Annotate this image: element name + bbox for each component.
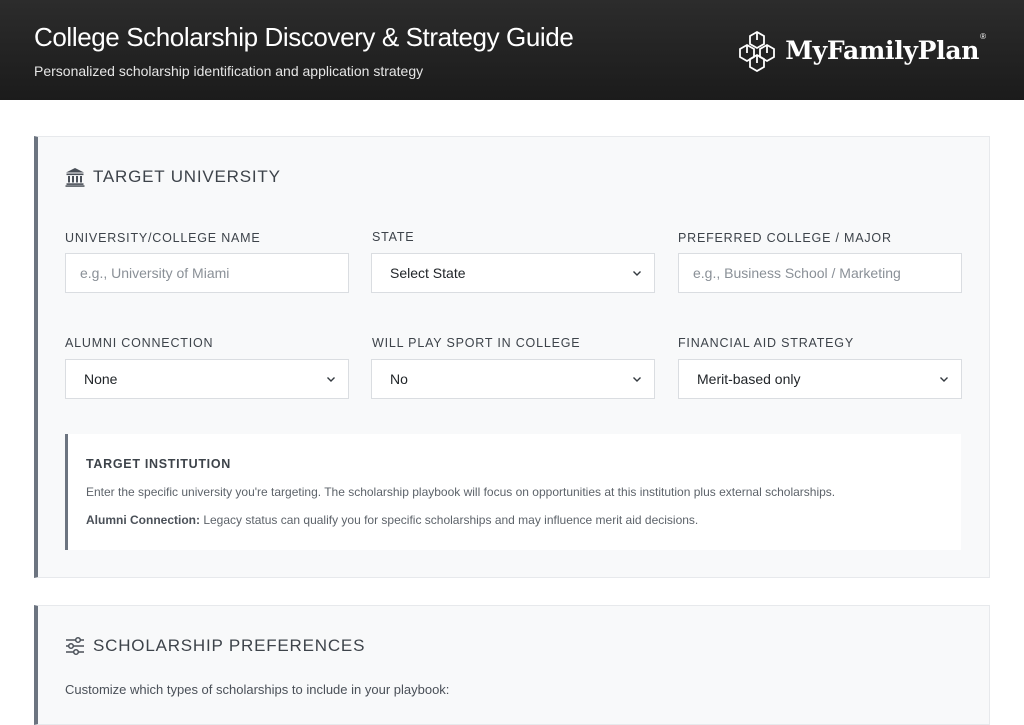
alumni-connection-label: ALUMNI CONNECTION: [65, 336, 214, 350]
brand-logo[interactable]: MyFamilyPlan ®: [735, 28, 986, 72]
section-header: TARGET UNIVERSITY: [65, 167, 281, 187]
page-header: College Scholarship Discovery & Strategy…: [0, 0, 1024, 100]
alumni-connection-select[interactable]: None: [65, 359, 349, 399]
page-subtitle: Personalized scholarship identification …: [34, 63, 424, 79]
alumni-connection-value: None: [84, 371, 118, 387]
brand-name: MyFamilyPlan: [785, 35, 980, 65]
sport-select[interactable]: No: [371, 359, 655, 399]
section-title: TARGET UNIVERSITY: [93, 167, 281, 186]
aid-strategy-select[interactable]: Merit-based only: [678, 359, 962, 399]
page-title: College Scholarship Discovery & Strategy…: [34, 22, 574, 52]
alumni-info-body: Legacy status can qualify you for specif…: [200, 513, 699, 527]
aid-strategy-label: FINANCIAL AID STRATEGY: [678, 336, 854, 350]
alumni-info-label: Alumni Connection:: [86, 513, 200, 527]
hexagon-cluster-icon: [739, 30, 776, 72]
university-name-input[interactable]: [65, 253, 349, 293]
target-institution-info: TARGET INSTITUTION Enter the specific un…: [65, 434, 961, 550]
state-select[interactable]: Select State: [371, 253, 655, 293]
chevron-down-icon: [633, 271, 641, 276]
target-university-section: TARGET UNIVERSITY UNIVERSITY/COLLEGE NAM…: [34, 136, 990, 578]
scholarship-preferences-section: SCHOLARSHIP PREFERENCES Customize which …: [34, 605, 990, 725]
state-select-value: Select State: [390, 265, 466, 281]
preferred-major-label: PREFERRED COLLEGE / MAJOR: [678, 231, 892, 245]
university-name-label: UNIVERSITY/COLLEGE NAME: [65, 231, 261, 245]
preferences-description: Customize which types of scholarships to…: [65, 682, 450, 697]
sliders-icon: [66, 636, 84, 656]
preferred-major-input[interactable]: [678, 253, 962, 293]
aid-strategy-value: Merit-based only: [697, 371, 801, 387]
sport-select-value: No: [390, 371, 408, 387]
chevron-down-icon: [940, 377, 948, 382]
alumni-info-text: Alumni Connection: Legacy status can qua…: [86, 513, 698, 527]
bank-icon: [65, 168, 85, 187]
info-title: TARGET INSTITUTION: [86, 457, 231, 471]
chevron-down-icon: [327, 377, 335, 382]
chevron-down-icon: [633, 377, 641, 382]
registered-mark: ®: [980, 32, 986, 41]
section-title: SCHOLARSHIP PREFERENCES: [93, 636, 366, 655]
sport-label: WILL PLAY SPORT IN COLLEGE: [372, 336, 581, 350]
state-label: STATE: [372, 230, 415, 244]
info-description: Enter the specific university you're tar…: [86, 485, 836, 499]
section-header: SCHOLARSHIP PREFERENCES: [65, 636, 365, 656]
